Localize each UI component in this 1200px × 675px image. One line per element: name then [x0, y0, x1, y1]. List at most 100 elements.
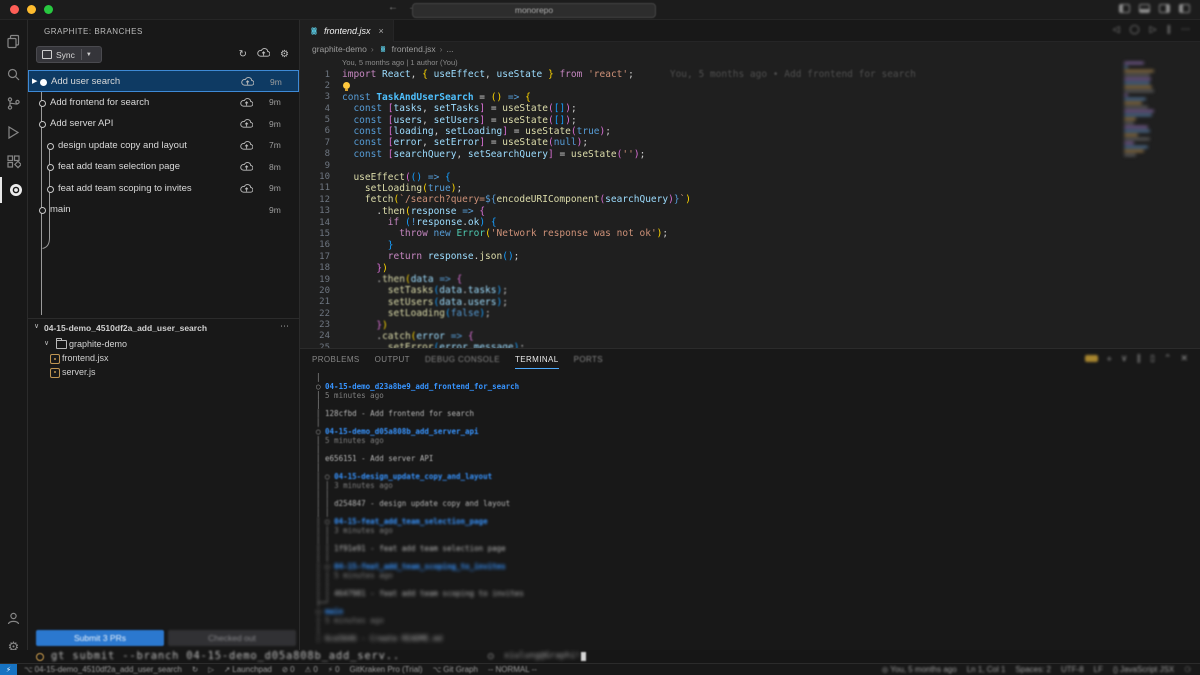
expand-arrow-icon[interactable]: ▶: [32, 77, 37, 85]
open-changes-icon[interactable]: ◯: [1130, 24, 1140, 35]
status-item-launchpad[interactable]: ↗Launchpad: [224, 665, 272, 674]
terminal-picker-chevron-icon[interactable]: ∨: [1121, 353, 1128, 364]
cloud-upload-icon[interactable]: [241, 77, 254, 89]
lightbulb-icon[interactable]: [343, 82, 350, 89]
breadcrumb-file[interactable]: frontend.jsx: [392, 44, 436, 54]
code-line[interactable]: 21 setUsers(data.users);: [300, 297, 1200, 308]
more-actions-icon[interactable]: ⋯: [280, 321, 289, 332]
terminal[interactable]: │◯ 04-15-demo_d23a8be9_add_frontend_for_…: [316, 373, 1190, 648]
file-row[interactable]: server.js: [28, 366, 299, 380]
status-item-language-mode[interactable]: {}JavaScript JSX: [1113, 665, 1174, 674]
cloud-upload-icon[interactable]: [240, 119, 253, 131]
code-line[interactable]: 10 useEffect(() => {: [300, 172, 1200, 183]
toggle-panel-icon[interactable]: [1139, 4, 1150, 13]
run-and-debug-icon[interactable]: [0, 119, 27, 145]
codelens-annotation[interactable]: You, 5 months ago | 1 author (You): [300, 58, 1200, 68]
status-item-bolt-count[interactable]: ⚡0: [328, 665, 340, 674]
branch-row[interactable]: feat add team selection page8m: [28, 156, 299, 178]
status-item-blame[interactable]: ◎You, 5 months ago: [882, 665, 957, 674]
code-line[interactable]: 15 throw new Error('Network response was…: [300, 228, 1200, 239]
status-item-encoding[interactable]: UTF-8: [1061, 665, 1084, 674]
extensions-icon[interactable]: [0, 148, 27, 174]
code-line[interactable]: 16 }: [300, 240, 1200, 251]
branch-row[interactable]: feat add team scoping to invites9m: [28, 178, 299, 200]
settings-gear-icon[interactable]: ⚙: [280, 49, 289, 60]
cloud-upload-icon[interactable]: [240, 98, 253, 110]
tab-frontend-jsx[interactable]: frontend.jsx ×: [300, 20, 394, 42]
code-line[interactable]: 7 const [error, setError] = useState(nul…: [300, 137, 1200, 148]
status-item-vim-mode[interactable]: -- NORMAL --: [488, 665, 537, 674]
status-item-git-branch[interactable]: ⌥04-15-demo_4510df2a_add_user_search: [24, 665, 182, 674]
zoom-window-icon[interactable]: [44, 5, 53, 14]
branch-row[interactable]: main9m: [28, 199, 299, 221]
code-line[interactable]: 18 }): [300, 263, 1200, 274]
cloud-upload-icon[interactable]: [240, 141, 253, 153]
code-line[interactable]: 14 if (!response.ok) {: [300, 217, 1200, 228]
folder-row[interactable]: ∨ graphite-demo: [28, 338, 299, 352]
toggle-secondary-sidebar-icon[interactable]: [1159, 4, 1170, 13]
split-terminal-icon[interactable]: ∥: [1136, 353, 1141, 364]
status-item-sync[interactable]: ↻: [192, 665, 198, 674]
status-item-play[interactable]: ▷: [208, 665, 214, 674]
remote-indicator[interactable]: ⚡: [0, 664, 17, 675]
code-line[interactable]: 12 fetch(`/search?query=${encodeURICompo…: [300, 194, 1200, 205]
code-line[interactable]: 6 const [loading, setLoading] = useState…: [300, 126, 1200, 137]
toggle-primary-sidebar-icon[interactable]: [1119, 4, 1130, 13]
maximize-panel-icon[interactable]: ⌃: [1164, 353, 1172, 364]
code-line[interactable]: 19 .then(data => {: [300, 274, 1200, 285]
branch-row[interactable]: Add frontend for search9m: [28, 92, 299, 114]
status-item-notifications[interactable]: ⚆: [1184, 665, 1191, 674]
code-line[interactable]: 13 .then(response => {: [300, 206, 1200, 217]
panel-tab-output[interactable]: OUTPUT: [375, 350, 410, 369]
graphite-icon[interactable]: [0, 177, 29, 203]
close-window-icon[interactable]: [10, 5, 19, 14]
breadcrumb-folder[interactable]: graphite-demo: [312, 44, 367, 54]
panel-tab-ports[interactable]: PORTS: [574, 350, 603, 369]
close-tab-icon[interactable]: ×: [379, 26, 384, 36]
code-line[interactable]: 17 return response.json();: [300, 251, 1200, 262]
worktree-header[interactable]: 04-15-demo_4510df2a_add_user_search: [44, 323, 207, 333]
toggle-blame-icon[interactable]: ◁: [1113, 24, 1120, 35]
breadcrumb-symbol[interactable]: ...: [446, 44, 453, 54]
source-control-icon[interactable]: [0, 90, 27, 116]
code-line[interactable]: 2: [300, 80, 1200, 91]
status-item-cursor-position[interactable]: Ln 1, Col 1: [967, 665, 1006, 674]
status-item-eol[interactable]: LF: [1094, 665, 1103, 674]
status-item-indentation[interactable]: Spaces: 2: [1015, 665, 1051, 674]
run-file-icon[interactable]: ▷: [1150, 24, 1157, 35]
code-line[interactable]: 8 const [searchQuery, setSearchQuery] = …: [300, 149, 1200, 160]
panel-tab-terminal[interactable]: TERMINAL: [515, 350, 559, 369]
cloud-upload-icon[interactable]: [257, 48, 270, 60]
code-line[interactable]: 22 setLoading(false);: [300, 308, 1200, 319]
split-editor-icon[interactable]: ∥: [1167, 24, 1172, 35]
panel-tab-problems[interactable]: PROBLEMS: [312, 350, 360, 369]
branch-row[interactable]: design update copy and layout7m: [28, 135, 299, 157]
minimap[interactable]: [1122, 60, 1168, 348]
code-line[interactable]: 11 setLoading(true);: [300, 183, 1200, 194]
code-line[interactable]: 5 const [users, setUsers] = useState([])…: [300, 115, 1200, 126]
sync-button[interactable]: Sync ▼: [36, 46, 102, 63]
code-line[interactable]: 20 setTasks(data.tasks);: [300, 285, 1200, 296]
code-line[interactable]: 3const TaskAndUserSearch = () => {: [300, 92, 1200, 103]
status-item-warnings[interactable]: ⚠0: [305, 665, 318, 674]
search-icon[interactable]: [0, 61, 27, 87]
chevron-down-icon[interactable]: ∨: [34, 322, 39, 330]
back-icon[interactable]: ←: [388, 2, 398, 13]
more-actions-icon[interactable]: ⋯: [1181, 24, 1190, 35]
status-item-git-graph[interactable]: ⌥Git Graph: [433, 665, 478, 674]
accounts-icon[interactable]: [0, 605, 27, 631]
minimize-window-icon[interactable]: [27, 5, 36, 14]
cloud-upload-icon[interactable]: [240, 162, 253, 174]
code-area[interactable]: 1import React, { useEffect, useState } f…: [300, 69, 1200, 348]
code-line[interactable]: 9: [300, 160, 1200, 171]
chevron-down-icon[interactable]: ▼: [82, 52, 96, 58]
refresh-icon[interactable]: ↻: [239, 49, 247, 60]
submit-prs-button[interactable]: Submit 3 PRs: [36, 630, 164, 646]
code-line[interactable]: 23 }): [300, 320, 1200, 331]
command-center[interactable]: monorepo: [412, 3, 656, 18]
checked-out-button[interactable]: Checked out: [168, 630, 296, 646]
code-line[interactable]: 24 .catch(error => {: [300, 331, 1200, 342]
file-row[interactable]: frontend.jsx: [28, 352, 299, 366]
status-item-gitkraken[interactable]: GitKraken Pro (Trial): [350, 665, 423, 674]
customize-layout-icon[interactable]: [1179, 4, 1190, 13]
